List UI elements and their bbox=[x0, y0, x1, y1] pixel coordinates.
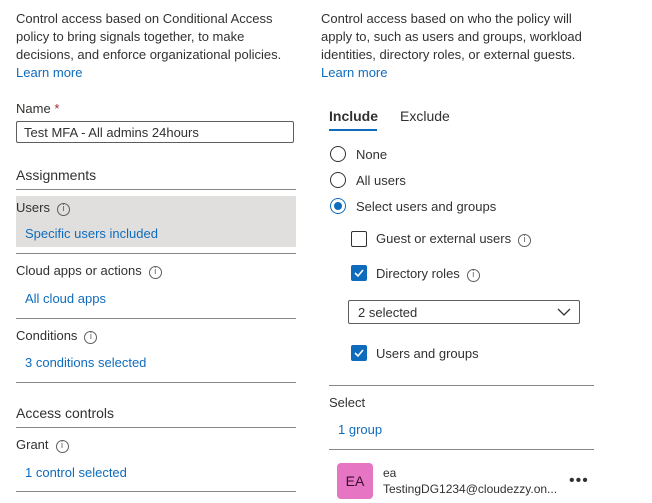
tab-include[interactable]: Include bbox=[329, 108, 378, 124]
directory-roles-checkbox[interactable] bbox=[351, 265, 367, 281]
cloud-apps-label: Cloud apps or actions bbox=[16, 263, 142, 278]
info-icon[interactable]: i bbox=[84, 331, 98, 344]
users-description: Control access based on who the policy w… bbox=[321, 10, 601, 82]
cloud-apps-value-link[interactable]: All cloud apps bbox=[25, 291, 106, 306]
member-email: TestingDG1234@cloudezzy.on... bbox=[383, 482, 558, 496]
conditions-value-link[interactable]: 3 conditions selected bbox=[25, 355, 146, 370]
select-label: Select bbox=[329, 395, 366, 410]
users-groups-checkbox[interactable] bbox=[351, 345, 367, 361]
users-learn-more-link[interactable]: Learn more bbox=[321, 65, 387, 80]
info-icon[interactable]: i bbox=[466, 269, 480, 282]
info-icon[interactable]: i bbox=[518, 234, 532, 247]
cloud-apps-row-label: Cloud apps or actions i bbox=[16, 263, 162, 279]
users-label: Users bbox=[16, 200, 50, 215]
radio-none[interactable] bbox=[330, 146, 346, 162]
name-label: Name * bbox=[16, 101, 59, 116]
required-asterisk: * bbox=[54, 101, 60, 116]
grant-row-label: Grant i bbox=[16, 437, 69, 453]
conditions-row-label: Conditions i bbox=[16, 328, 98, 344]
member-initials: EA bbox=[345, 473, 365, 489]
tab-exclude[interactable]: Exclude bbox=[400, 108, 450, 124]
guest-checkbox[interactable] bbox=[351, 231, 367, 247]
policy-name-value: Test MFA - All admins 24hours bbox=[24, 125, 199, 140]
users-groups-label: Users and groups bbox=[376, 346, 479, 361]
access-controls-heading: Access controls bbox=[16, 405, 115, 421]
chevron-down-icon bbox=[557, 308, 571, 316]
tab-include-underline bbox=[329, 129, 377, 131]
checkmark-icon bbox=[354, 269, 364, 278]
users-value-link[interactable]: Specific users included bbox=[25, 226, 158, 241]
select-group-link[interactable]: 1 group bbox=[338, 422, 382, 437]
grant-divider bbox=[16, 491, 296, 492]
conditions-divider bbox=[16, 382, 296, 383]
radio-select-users-groups[interactable] bbox=[330, 198, 346, 214]
info-icon[interactable]: i bbox=[148, 266, 162, 279]
grant-label: Grant bbox=[16, 437, 49, 452]
checkmark-icon bbox=[354, 349, 364, 358]
select-divider bbox=[329, 449, 594, 450]
policy-description: Control access based on Conditional Acce… bbox=[16, 10, 301, 82]
assignments-divider bbox=[16, 189, 296, 190]
assignments-heading: Assignments bbox=[16, 167, 97, 183]
conditions-label: Conditions bbox=[16, 328, 78, 343]
users-groups-divider bbox=[329, 385, 594, 386]
policy-learn-more-link[interactable]: Learn more bbox=[16, 65, 82, 80]
guest-checkbox-label: Guest or external users bbox=[376, 231, 512, 246]
member-name: ea bbox=[383, 466, 397, 480]
name-label-text: Name bbox=[16, 101, 51, 116]
policy-name-input[interactable]: Test MFA - All admins 24hours bbox=[16, 121, 294, 143]
users-row[interactable]: Users i Specific users included bbox=[16, 196, 296, 247]
directory-roles-dropdown[interactable]: 2 selected bbox=[348, 300, 580, 324]
cloud-apps-divider bbox=[16, 318, 296, 319]
radio-none-label: None bbox=[356, 147, 388, 162]
directory-roles-label: Directory roles bbox=[376, 266, 460, 281]
radio-all-users[interactable] bbox=[330, 172, 346, 188]
directory-roles-label-wrap: Directory roles i bbox=[376, 266, 480, 282]
radio-all-users-label: All users bbox=[356, 173, 406, 188]
users-description-text: Control access based on who the policy w… bbox=[321, 11, 582, 62]
users-row-label: Users i bbox=[16, 200, 70, 216]
access-controls-divider bbox=[16, 427, 296, 428]
member-avatar: EA bbox=[337, 463, 373, 499]
info-icon[interactable]: i bbox=[56, 203, 70, 216]
grant-value-link[interactable]: 1 control selected bbox=[25, 465, 127, 480]
policy-description-text: Control access based on Conditional Acce… bbox=[16, 11, 282, 62]
more-options-icon[interactable]: ••• bbox=[569, 472, 589, 490]
info-icon[interactable]: i bbox=[55, 440, 69, 453]
radio-select-users-groups-label: Select users and groups bbox=[356, 199, 497, 214]
dropdown-value: 2 selected bbox=[358, 305, 418, 320]
users-divider bbox=[16, 253, 296, 254]
guest-checkbox-label-wrap: Guest or external users i bbox=[376, 231, 532, 247]
